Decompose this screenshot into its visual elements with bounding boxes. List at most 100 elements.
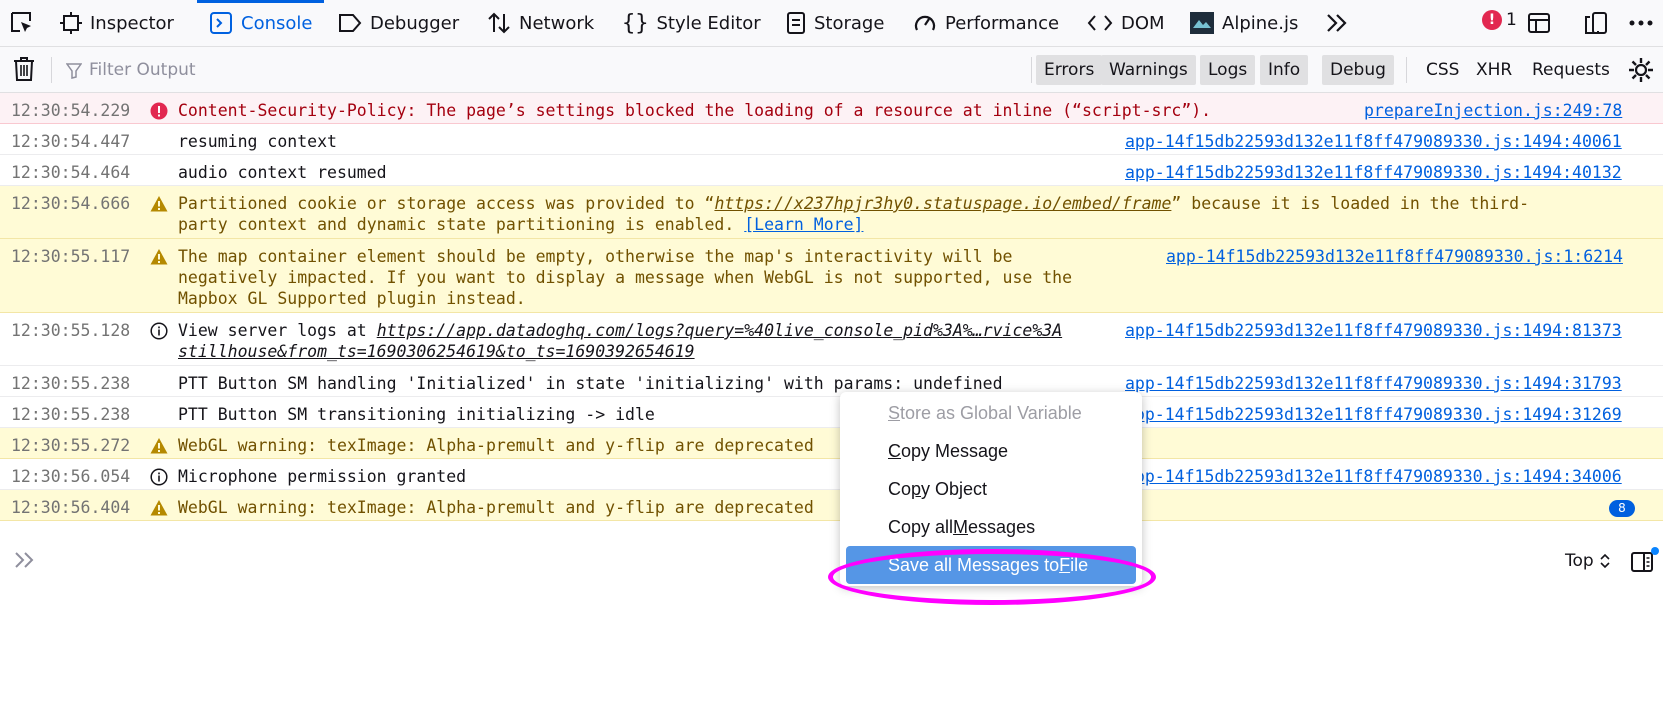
- message-url-link[interactable]: stillhouse&from_ts=1690306254619&to_ts=1…: [178, 342, 695, 361]
- tab-storage[interactable]: Storage: [786, 0, 884, 46]
- filter-errors-button[interactable]: Errors: [1036, 55, 1103, 85]
- menu-item-copy-object[interactable]: Co p y Object: [840, 470, 1142, 508]
- console-message-log[interactable]: 12:30:54.464 audio context resumed app-1…: [0, 155, 1663, 186]
- tab-alpine[interactable]: Alpine.js: [1190, 0, 1298, 46]
- filter-xhr-button[interactable]: XHR: [1468, 55, 1520, 85]
- tab-network[interactable]: Network: [487, 0, 594, 46]
- message-timestamp: 12:30:54.464: [11, 163, 131, 182]
- message-text: The map container element should be empt…: [178, 246, 1072, 309]
- message-timestamp: 12:30:55.272: [11, 436, 131, 455]
- split-console-icon[interactable]: [1524, 8, 1554, 38]
- menu-item-accesskey: p: [911, 478, 922, 499]
- menu-item-copy-all-messages[interactable]: Copy all Messages: [840, 508, 1142, 546]
- message-source-link[interactable]: app-14f15db22593d132e11f8ff479089330.js:…: [1125, 466, 1622, 487]
- filter-info-button[interactable]: Info: [1260, 55, 1309, 85]
- message-source-link[interactable]: prepareInjection.js:249:78: [1364, 100, 1622, 121]
- tab-label: Console: [241, 12, 313, 34]
- tab-performance[interactable]: Performance: [913, 0, 1059, 46]
- tab-dom[interactable]: DOM: [1087, 0, 1165, 46]
- message-source-link[interactable]: app-14f15db22593d132e11f8ff479089330.js:…: [1125, 404, 1622, 425]
- menu-item-text: y Object: [921, 478, 988, 499]
- console-message-warning[interactable]: 12:30:56.404 WebGL warning: texImage: Al…: [0, 490, 1663, 521]
- message-source-link[interactable]: app-14f15db22593d132e11f8ff479089330.js:…: [1125, 162, 1622, 183]
- toggle-sidebar-icon[interactable]: [1630, 550, 1654, 578]
- tab-label: Performance: [945, 12, 1060, 34]
- menu-item-text: tore as Global Variable: [900, 402, 1082, 423]
- message-text: Partitioned cookie or storage access was…: [178, 193, 1598, 235]
- error-count: 1: [1506, 10, 1517, 30]
- performance-icon: [914, 15, 936, 31]
- dom-icon: [1087, 15, 1113, 31]
- notification-dot: [1651, 547, 1659, 555]
- menu-item-text: opy Message: [901, 440, 1009, 461]
- tab-style-editor[interactable]: {} Style Editor: [622, 0, 761, 46]
- error-count-badge[interactable]: ! 1: [1482, 10, 1517, 30]
- filter-css-button[interactable]: CSS: [1418, 55, 1467, 85]
- message-text: WebGL warning: texImage: Alpha-premult a…: [178, 498, 814, 517]
- menu-item-save-all-messages-to-file[interactable]: Save all Messages to File: [846, 546, 1136, 584]
- tab-inspector[interactable]: Inspector: [60, 0, 174, 46]
- alpine-icon: [1190, 12, 1214, 34]
- tab-debugger[interactable]: Debugger: [338, 0, 459, 46]
- console-message-log[interactable]: 12:30:54.447 resuming context app-14f15d…: [0, 124, 1663, 155]
- warning-icon: [150, 499, 168, 517]
- more-options-icon[interactable]: [1626, 8, 1656, 38]
- message-text: Content-Security-Policy: The page’s sett…: [178, 101, 1212, 120]
- message-source-link[interactable]: app-14f15db22593d132e11f8ff479089330.js:…: [1125, 320, 1622, 341]
- evaluation-context-selector[interactable]: Top: [1565, 551, 1610, 571]
- console-message-warning[interactable]: 12:30:54.666 Partitioned cookie or stora…: [0, 186, 1663, 239]
- console-message-error[interactable]: 12:30:54.229 Content-Security-Policy: Th…: [0, 93, 1663, 124]
- menu-item-text: ile: [1070, 554, 1089, 575]
- message-source-link[interactable]: app-14f15db22593d132e11f8ff479089330.js:…: [1125, 131, 1622, 152]
- console-filter-bar: Errors Warnings Logs Info Debug CSS XHR …: [0, 47, 1663, 93]
- message-url-link[interactable]: https://app.datadoghq.com/logs?query=%40…: [377, 321, 1062, 340]
- input-prompt-chevron-icon: [14, 551, 36, 573]
- message-timestamp: 12:30:55.128: [11, 321, 131, 340]
- console-message-warning[interactable]: 12:30:55.117 The map container element s…: [0, 239, 1663, 313]
- message-text: audio context resumed: [178, 163, 387, 182]
- console-settings-gear-icon[interactable]: [1628, 57, 1654, 87]
- element-picker-icon[interactable]: [7, 8, 37, 38]
- message-text-part: View server logs at: [178, 321, 377, 340]
- console-message-info[interactable]: 12:30:55.128 View server logs at https:/…: [0, 313, 1663, 366]
- filter-logs-button[interactable]: Logs: [1200, 55, 1256, 85]
- overflow-chevron-icon[interactable]: [1322, 8, 1352, 38]
- error-icon: !: [1482, 10, 1502, 30]
- style-editor-icon: {}: [622, 10, 649, 36]
- filter-output-input[interactable]: [63, 56, 1023, 84]
- tab-console[interactable]: Console: [196, 0, 325, 46]
- warning-icon: [150, 437, 168, 455]
- menu-item-store-as-global-variable[interactable]: Store as Global Variable: [840, 394, 1142, 432]
- filter-requests-button[interactable]: Requests: [1524, 55, 1618, 85]
- context-menu: Store as Global Variable Copy Message Co…: [840, 392, 1142, 586]
- message-text: resuming context: [178, 132, 337, 151]
- message-timestamp: 12:30:56.404: [11, 498, 131, 517]
- filter-debug-button[interactable]: Debug: [1322, 55, 1394, 85]
- message-source-link[interactable]: app-14f15db22593d132e11f8ff479089330.js:…: [1125, 373, 1622, 394]
- context-selector-label: Top: [1565, 551, 1594, 571]
- network-icon: [488, 12, 510, 34]
- message-url-link[interactable]: https://x237hpjr3hy0.statuspage.io/embed…: [714, 194, 1171, 213]
- message-text: WebGL warning: texImage: Alpha-premult a…: [178, 436, 814, 455]
- message-line: negatively impacted. If you want to disp…: [178, 268, 1073, 287]
- message-text-part: ” because it is loaded in the third-: [1171, 194, 1530, 213]
- clear-console-trash-icon[interactable]: [12, 56, 36, 86]
- console-input-line[interactable]: Top: [0, 541, 1663, 583]
- info-icon: [150, 468, 168, 486]
- console-message-log[interactable]: 12:30:55.238 PTT Button SM transitioning…: [0, 397, 1663, 428]
- console-message-info[interactable]: 12:30:56.054 Microphone permission grant…: [0, 459, 1663, 490]
- menu-item-copy-message[interactable]: Copy Message: [840, 432, 1142, 470]
- dock-side-icon[interactable]: [1581, 8, 1611, 38]
- learn-more-link[interactable]: [Learn More]: [744, 215, 863, 234]
- tab-label: Debugger: [370, 12, 460, 34]
- console-icon: [210, 12, 232, 34]
- menu-item-text: Co: [888, 478, 912, 499]
- repeat-count-badge: 8: [1609, 500, 1635, 517]
- filter-warnings-button[interactable]: Warnings: [1101, 55, 1196, 85]
- message-source-link[interactable]: app-14f15db22593d132e11f8ff479089330.js:…: [1166, 246, 1623, 267]
- message-text: Microphone permission granted: [178, 467, 467, 486]
- console-message-warning[interactable]: 12:30:55.272 WebGL warning: texImage: Al…: [0, 428, 1663, 459]
- console-message-log[interactable]: 12:30:55.238 PTT Button SM handling 'Ini…: [0, 366, 1663, 397]
- message-text: PTT Button SM transitioning initializing…: [178, 405, 655, 424]
- tab-label: Alpine.js: [1222, 12, 1299, 34]
